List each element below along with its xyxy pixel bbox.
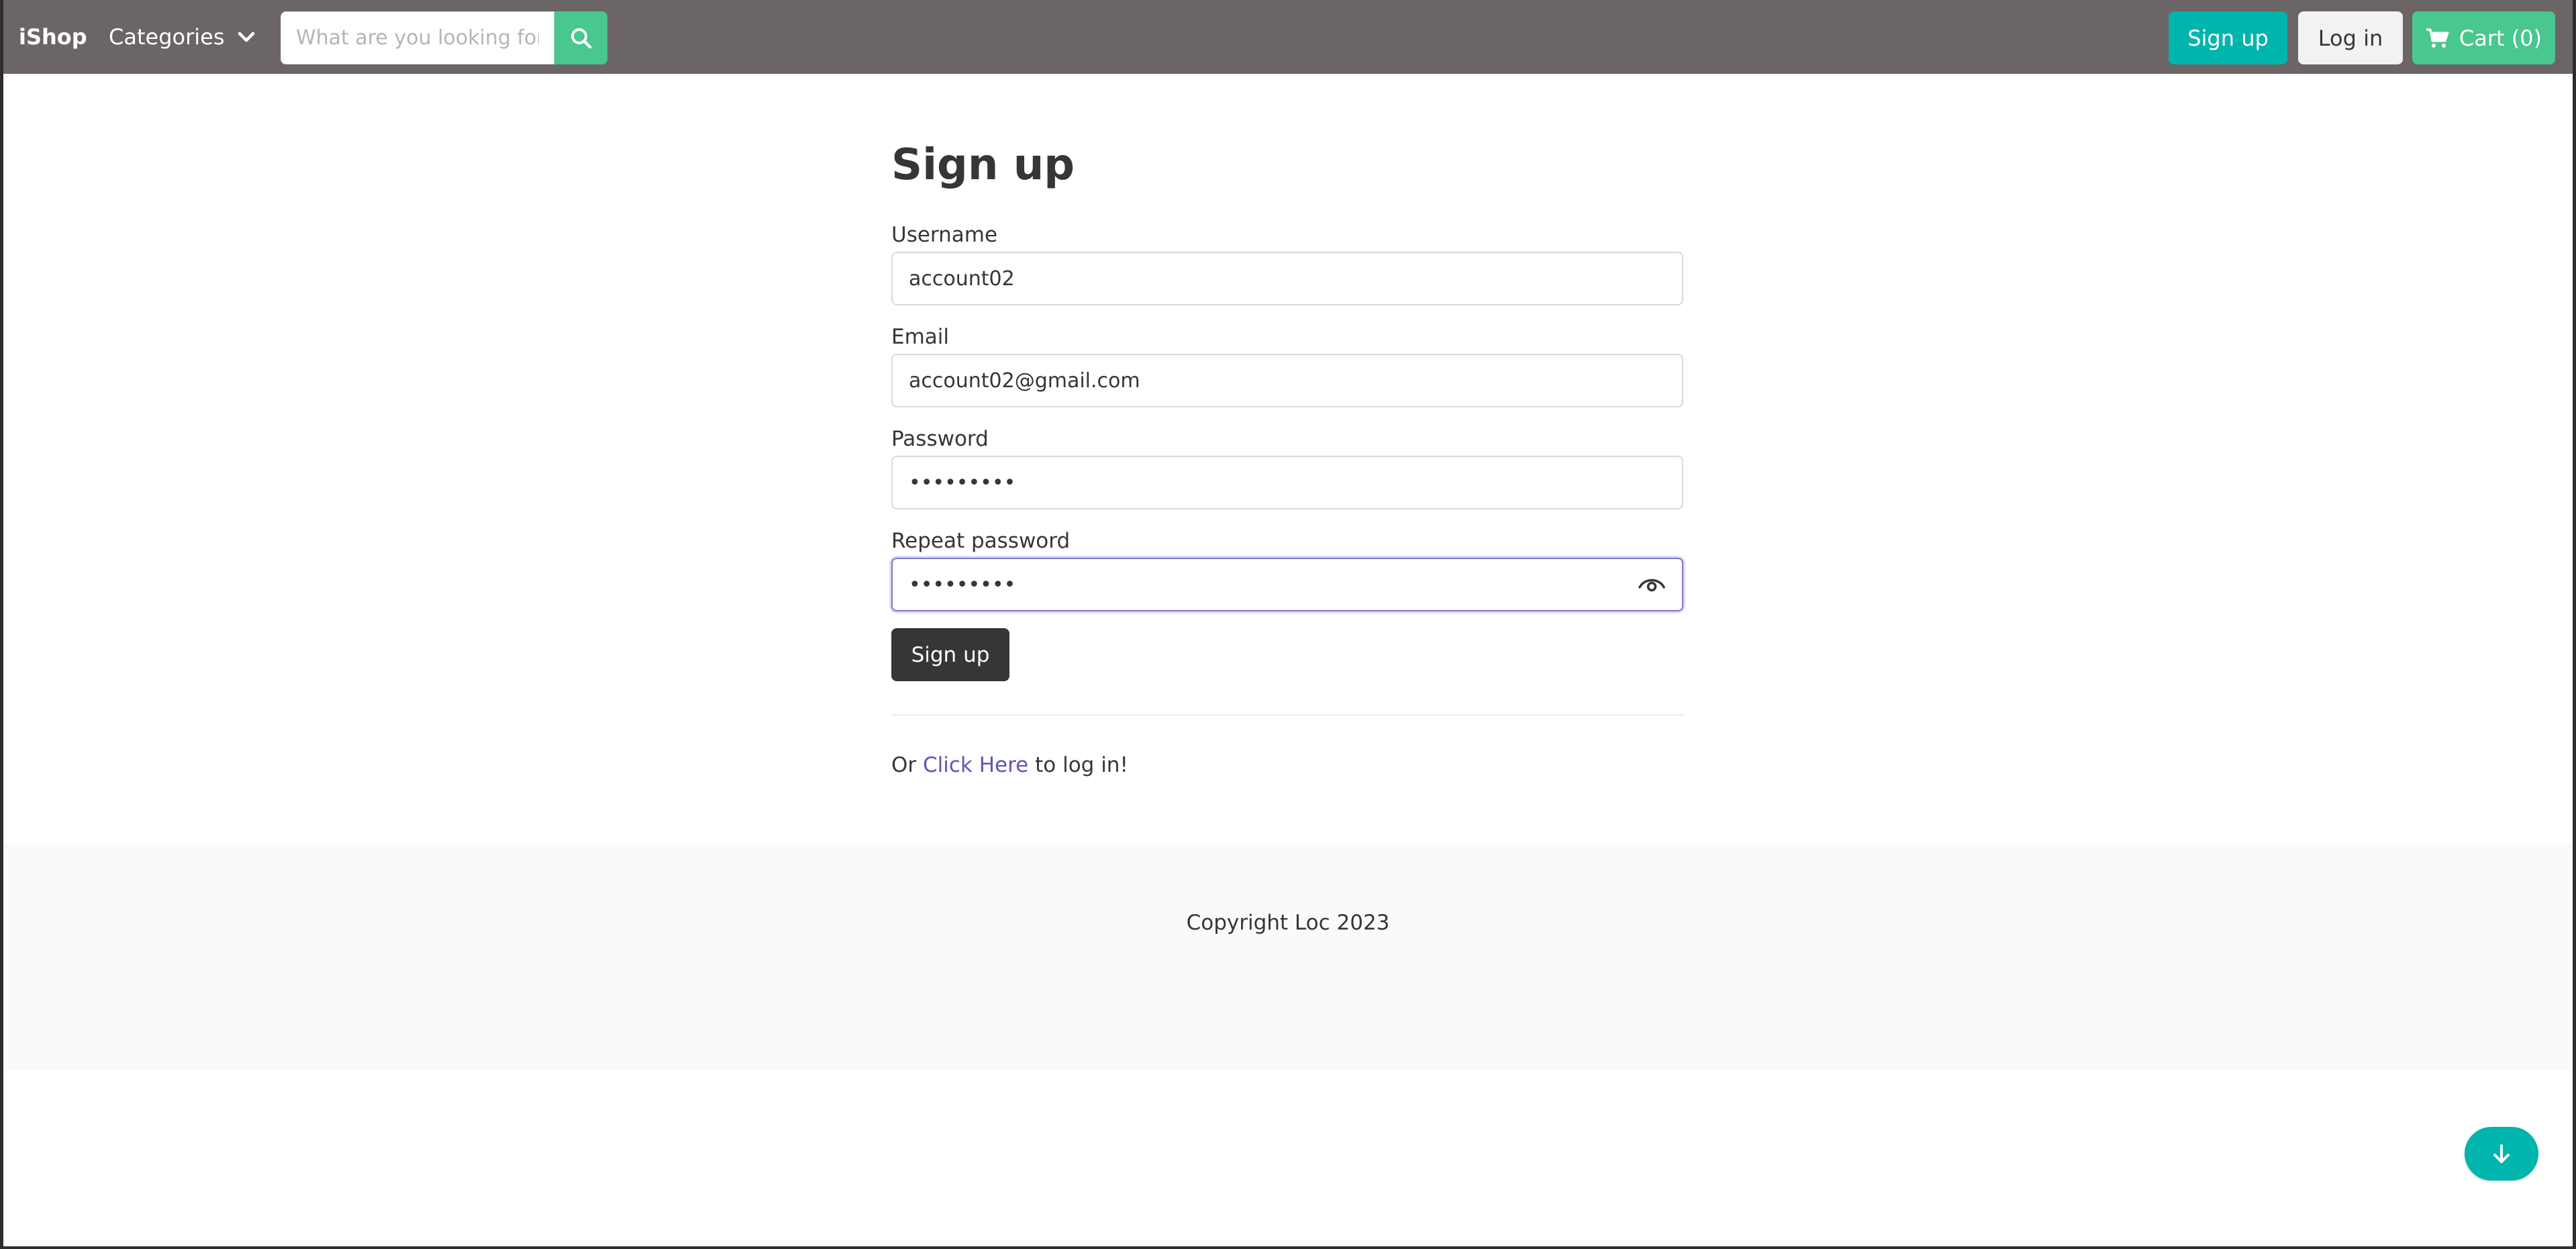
username-field[interactable]: account02 xyxy=(891,252,1683,305)
footer: Copyright Loc 2023 xyxy=(3,845,2573,1070)
repeat-password-label: Repeat password xyxy=(891,529,1071,553)
repeat-password-field[interactable]: ••••••••• xyxy=(891,558,1683,611)
nav-signup-button[interactable]: Sign up xyxy=(2169,11,2287,64)
email-label: Email xyxy=(891,325,950,349)
eye-icon[interactable] xyxy=(1638,574,1666,595)
cart-icon xyxy=(2426,28,2449,48)
repeat-password-value: ••••••••• xyxy=(909,572,1016,597)
cart-button[interactable]: Cart (0) xyxy=(2412,11,2555,64)
brand-logo[interactable]: iShop xyxy=(19,23,87,50)
page-title: Sign up xyxy=(891,140,1075,190)
login-suffix: to log in! xyxy=(1028,753,1128,777)
search-button[interactable] xyxy=(554,11,607,64)
navbar: iShop Categories Sign up Log in Cart (0) xyxy=(0,0,2576,74)
login-prompt: Or Click Here to log in! xyxy=(891,752,1128,779)
password-label: Password xyxy=(891,427,989,451)
categories-label: Categories xyxy=(109,24,225,50)
signup-submit-button[interactable]: Sign up xyxy=(891,628,1009,681)
categories-dropdown[interactable]: Categories xyxy=(109,23,255,50)
search-input[interactable] xyxy=(281,11,554,64)
cart-label: Cart (0) xyxy=(2459,25,2542,51)
search-bar xyxy=(281,11,607,64)
copyright-text: Copyright Loc 2023 xyxy=(1186,911,1390,935)
nav-login-button[interactable]: Log in xyxy=(2298,11,2403,64)
chevron-down-icon xyxy=(238,32,255,42)
email-value: account02@gmail.com xyxy=(909,368,1140,393)
divider xyxy=(891,714,1683,715)
search-icon xyxy=(571,28,591,48)
password-field[interactable]: ••••••••• xyxy=(891,456,1683,509)
email-field[interactable]: account02@gmail.com xyxy=(891,354,1683,407)
scroll-down-button[interactable] xyxy=(2465,1127,2538,1181)
arrow-down-icon xyxy=(2493,1144,2510,1163)
login-prefix: Or xyxy=(891,753,923,777)
username-value: account02 xyxy=(909,266,1015,291)
password-value: ••••••••• xyxy=(909,470,1016,495)
username-label: Username xyxy=(891,223,998,247)
login-link[interactable]: Click Here xyxy=(923,753,1028,777)
